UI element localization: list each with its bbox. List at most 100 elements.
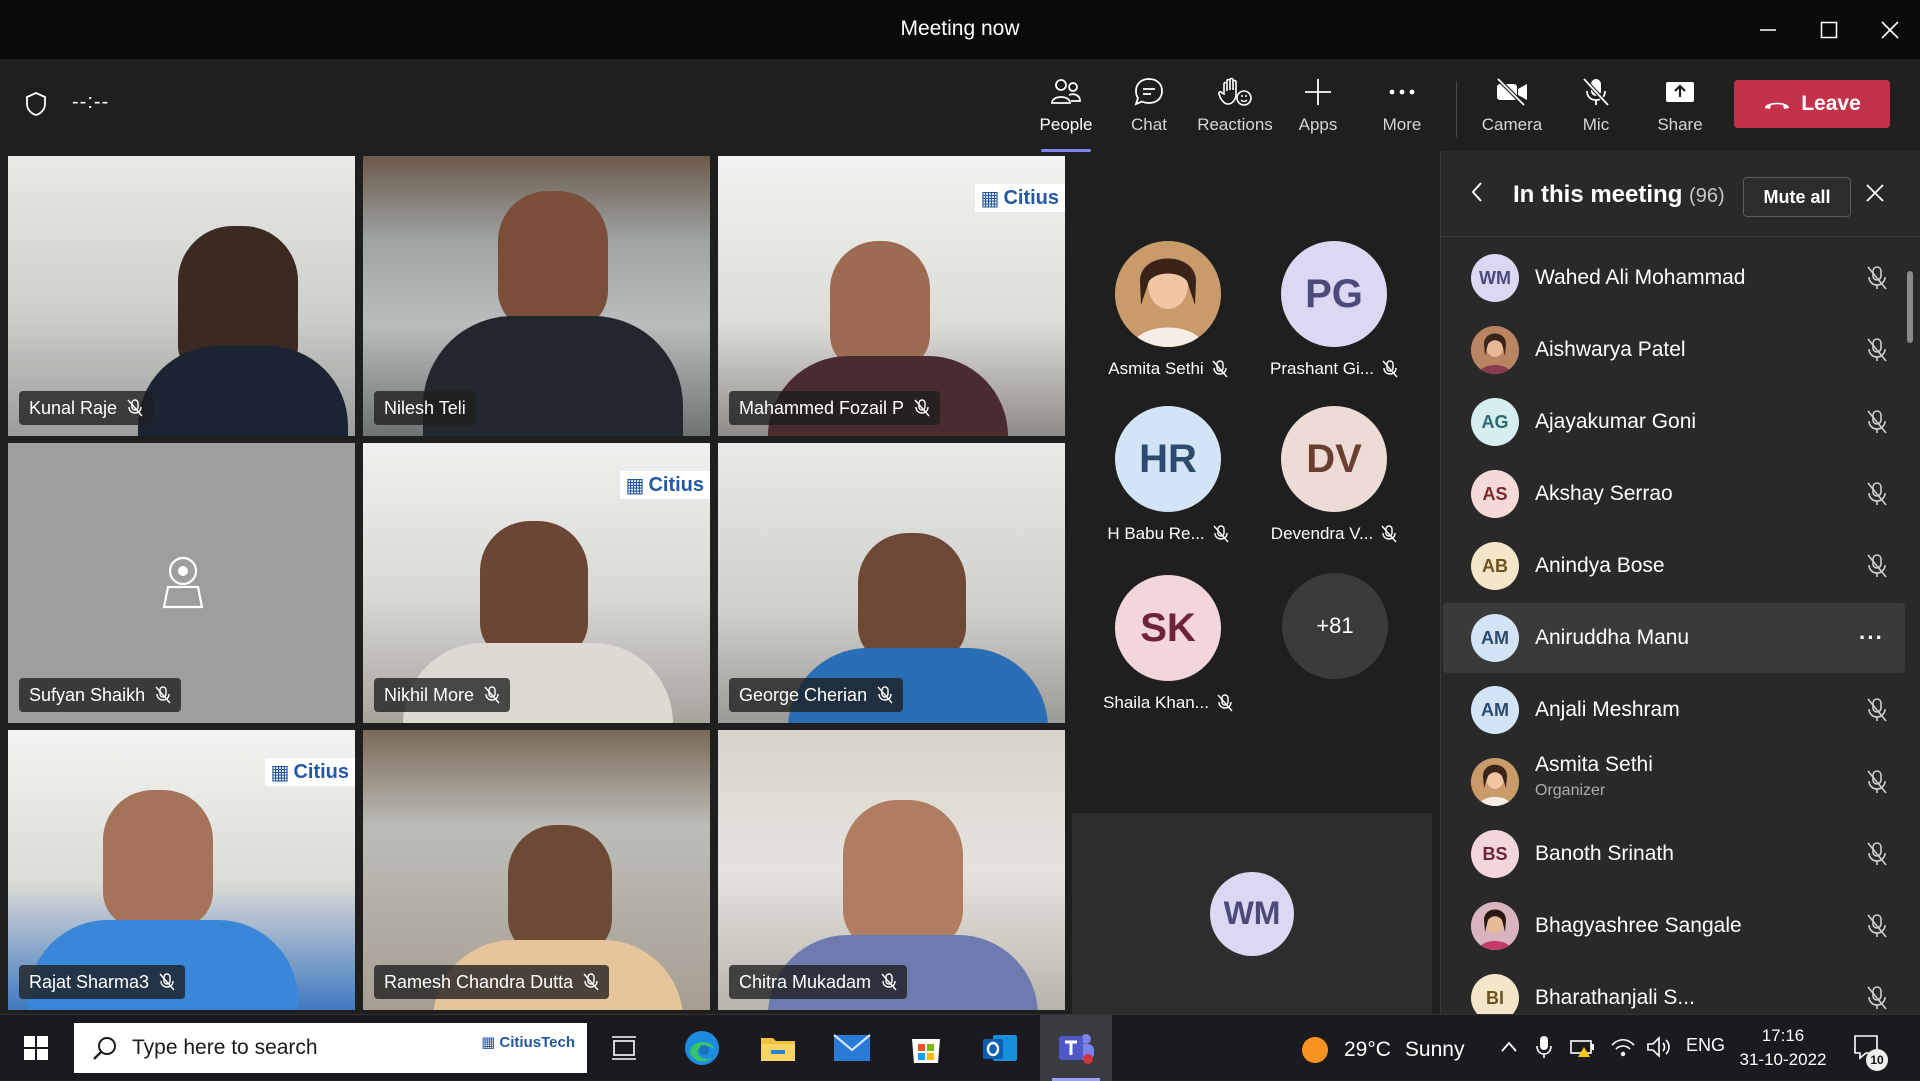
people-panel-header: In this meeting (96) Mute all [1441, 151, 1920, 237]
mic-muted-icon[interactable] [1865, 481, 1889, 507]
search-icon [93, 1037, 116, 1060]
gallery-participant[interactable]: HR H Babu Re... [1093, 406, 1243, 556]
people-button[interactable]: People [1036, 72, 1096, 152]
participant-row[interactable]: AS Akshay Serrao [1443, 459, 1905, 529]
video-tile[interactable]: ▦ Citius Nikhil More [363, 443, 710, 723]
video-tile[interactable]: ▦ Citius Rajat Sharma3 [8, 730, 355, 1010]
participant-row[interactable]: WM Wahed Ali Mohammad [1443, 243, 1905, 313]
search-brand-chip: ▦ CitiusTech [481, 1034, 575, 1051]
chat-button[interactable]: Chat [1118, 72, 1180, 148]
participant-row[interactable]: AB Anindya Bose [1443, 531, 1905, 601]
clock-time: 17:16 [1761, 1026, 1805, 1045]
mic-muted-icon[interactable] [1865, 265, 1889, 291]
volume-icon[interactable] [1646, 1035, 1672, 1059]
video-tile[interactable]: Sufyan Shaikh [8, 443, 355, 723]
toolbar-divider [1456, 81, 1457, 137]
teams-button[interactable] [1040, 1015, 1112, 1081]
gallery-name-row: Shaila Khan... [1103, 693, 1233, 713]
apps-button[interactable]: Apps [1288, 72, 1348, 148]
mic-muted-icon[interactable] [1865, 697, 1889, 723]
mic-muted-icon[interactable] [1865, 841, 1889, 867]
leave-button[interactable]: Leave [1734, 80, 1890, 128]
video-tile[interactable]: Kunal Raje [8, 156, 355, 436]
weather-desc: Sunny [1404, 1038, 1465, 1061]
mic-button[interactable]: Mic [1566, 72, 1626, 148]
mic-label: Mic [1582, 115, 1610, 134]
mic-muted-icon[interactable] [1865, 553, 1889, 579]
weather-widget[interactable]: 29°C Sunny [1300, 1035, 1464, 1065]
wifi-icon[interactable] [1610, 1035, 1636, 1059]
gallery-participant[interactable]: DV Devendra V... [1259, 406, 1409, 556]
participant-nametag: Rajat Sharma3 [19, 965, 186, 999]
self-view-tile: WM [1072, 813, 1432, 1014]
participant-row[interactable]: Aishwarya Patel [1443, 315, 1905, 385]
participant-nametag: Chitra Mukadam [729, 965, 908, 999]
avatar [1471, 758, 1519, 806]
participant-nametag: Mahammed Fozail P [729, 391, 941, 425]
avatar: AB [1471, 542, 1519, 590]
video-tile[interactable]: Ramesh Chandra Dutta [363, 730, 710, 1010]
close-window-button[interactable] [1860, 0, 1920, 59]
participant-row[interactable]: AG Ajayakumar Goni [1443, 387, 1905, 457]
chevron-up-icon[interactable] [1500, 1039, 1518, 1053]
share-button[interactable]: Share [1650, 72, 1710, 148]
video-tile[interactable]: Nilesh Teli [363, 156, 710, 436]
task-view-button[interactable] [600, 1015, 648, 1081]
video-tile[interactable]: Chitra Mukadam [718, 730, 1065, 1010]
participant-row[interactable]: AM Aniruddha Manu ··· [1443, 603, 1905, 673]
panel-scrollbar[interactable] [1907, 271, 1913, 343]
chevron-left-icon[interactable] [1469, 181, 1485, 203]
avatar-photo-icon [1115, 241, 1221, 347]
participant-row[interactable]: Asmita Sethi Organizer [1443, 747, 1905, 817]
leave-label: Leave [1801, 92, 1861, 115]
language-indicator[interactable]: ENG [1686, 1035, 1725, 1056]
mail-icon [833, 1034, 871, 1061]
mic-muted-icon [1381, 525, 1397, 543]
system-clock[interactable]: 17:16 31-10-2022 [1728, 1024, 1838, 1072]
outlook-button[interactable] [974, 1015, 1026, 1081]
mic-muted-icon[interactable] [1865, 409, 1889, 435]
shield-icon[interactable] [24, 91, 48, 122]
participant-row[interactable]: BI Bharathanjali S... [1443, 963, 1905, 1014]
video-tile[interactable]: ▦ Citius Mahammed Fozail P [718, 156, 1065, 436]
participant-row[interactable]: BS Banoth Srinath [1443, 819, 1905, 889]
mail-button[interactable] [826, 1015, 878, 1081]
mute-all-button[interactable]: Mute all [1743, 177, 1851, 217]
mic-muted-icon[interactable] [1865, 337, 1889, 363]
people-label: People [1039, 115, 1093, 134]
taskbar-search-box[interactable]: Type here to search ▦ CitiusTech [74, 1023, 587, 1073]
mic-muted-icon[interactable] [1865, 769, 1889, 795]
edge-browser-button[interactable] [676, 1015, 728, 1081]
avatar: BI [1471, 974, 1519, 1014]
more-options-button[interactable]: ··· [1859, 625, 1884, 651]
battery-warning-icon[interactable] [1570, 1035, 1596, 1059]
participant-row[interactable]: AM Anjali Meshram [1443, 675, 1905, 745]
participant-role: Organizer [1535, 782, 1606, 799]
avatar: AG [1471, 398, 1519, 446]
gallery-participant[interactable]: SK Shaila Khan... [1093, 575, 1243, 725]
meeting-toolbar: --:-- People Chat Reactions Apps More Ca… [0, 59, 1920, 152]
gallery-participant[interactable]: PG Prashant Gi... [1259, 241, 1409, 391]
more-button[interactable]: More [1372, 72, 1432, 148]
mic-muted-icon[interactable] [1865, 985, 1889, 1011]
start-button[interactable] [12, 1015, 60, 1081]
minimize-button[interactable] [1738, 0, 1798, 59]
participant-row[interactable]: Bhagyashree Sangale [1443, 891, 1905, 961]
microphone-tray-icon[interactable] [1536, 1035, 1552, 1059]
maximize-button[interactable] [1799, 0, 1859, 59]
people-icon [1051, 79, 1081, 104]
mic-muted-icon [1217, 694, 1233, 712]
close-icon[interactable] [1865, 183, 1885, 203]
mic-muted-icon[interactable] [1865, 913, 1889, 939]
participant-name: Rajat Sharma3 [29, 971, 150, 992]
reactions-button[interactable]: Reactions [1194, 72, 1276, 148]
microsoft-store-button[interactable] [900, 1015, 952, 1081]
participant-name: Prashant Gi... [1270, 359, 1374, 378]
participant-name: Wahed Ali Mohammad [1535, 266, 1746, 289]
more-participants-button[interactable]: +81 [1282, 573, 1388, 679]
file-explorer-button[interactable] [752, 1015, 804, 1081]
gallery-participant[interactable]: Asmita Sethi [1093, 241, 1243, 391]
gallery-name-row: Asmita Sethi [1108, 359, 1228, 379]
camera-button[interactable]: Camera [1480, 72, 1544, 148]
video-tile[interactable]: George Cherian [718, 443, 1065, 723]
